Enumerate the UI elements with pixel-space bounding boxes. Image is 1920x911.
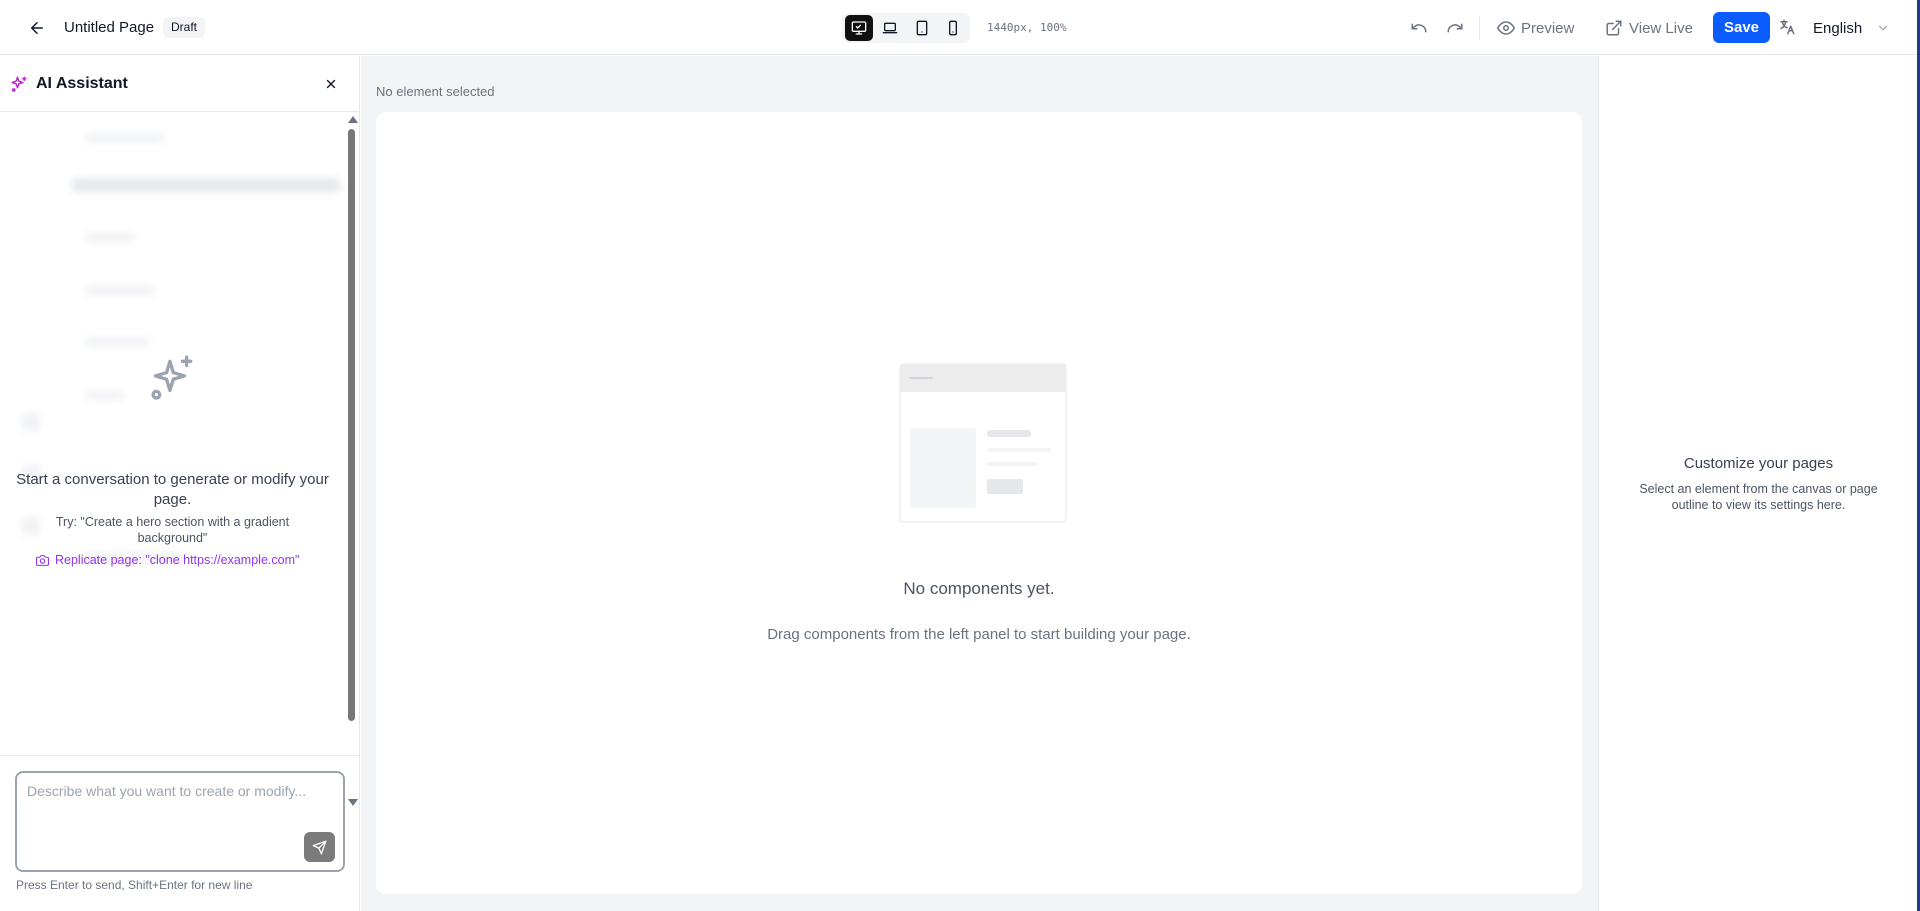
sparkles-icon — [151, 355, 193, 400]
device-laptop-button[interactable] — [877, 15, 905, 41]
back-button[interactable] — [24, 15, 50, 41]
ai-input-section: Press Enter to send, Shift+Enter for new… — [0, 755, 359, 911]
external-link-icon — [1606, 20, 1622, 36]
language-select[interactable]: English — [1813, 16, 1890, 40]
device-tablet-button[interactable] — [908, 15, 936, 41]
toolbar-divider — [1479, 16, 1480, 40]
redo-button[interactable] — [1443, 16, 1467, 40]
ai-example-prompt: Try: "Create a hero section with a gradi… — [55, 515, 290, 545]
settings-empty-title: Customize your pages — [1683, 455, 1834, 472]
close-icon — [326, 79, 336, 89]
laptop-icon — [882, 22, 898, 34]
preview-button[interactable]: Preview — [1497, 16, 1574, 40]
send-icon — [312, 840, 327, 854]
ai-panel-title: AI Assistant — [36, 75, 128, 92]
ai-assistant-panel: AI Assistant Start a conversation to gen… — [0, 56, 360, 911]
translate-icon — [1780, 19, 1795, 35]
view-live-button[interactable]: View Live — [1605, 16, 1693, 40]
ai-conversation-area[interactable]: Start a conversation to generate or modi… — [0, 113, 359, 811]
arrow-left-icon — [31, 22, 43, 34]
status-badge: Draft — [163, 17, 206, 38]
eye-icon — [1497, 21, 1515, 35]
monitor-icon — [851, 21, 867, 35]
smartphone-icon — [949, 20, 958, 36]
page-title: Untitled Page — [64, 19, 155, 36]
tablet-icon — [916, 20, 928, 36]
settings-panel: Customize your pages Select an element f… — [1598, 56, 1917, 911]
ai-empty-title: Start a conversation to generate or modi… — [16, 471, 329, 508]
input-hint: Press Enter to send, Shift+Enter for new… — [16, 878, 253, 892]
canvas-page[interactable]: No components yet. Drag components from … — [376, 112, 1582, 894]
canvas-empty-hint: Drag components from the left panel to s… — [767, 626, 1191, 643]
selection-status: No element selected — [376, 84, 495, 99]
device-desktop-button[interactable] — [845, 15, 873, 41]
canvas-area: No element selected No components yet. D… — [361, 56, 1598, 911]
preview-label: Preview — [1521, 19, 1575, 37]
settings-empty-description: Select an element from the canvas or pag… — [1639, 482, 1878, 512]
device-mobile-button[interactable] — [940, 15, 968, 41]
ai-scrollbar[interactable] — [345, 113, 359, 811]
replicate-page-label: Replicate page: "clone https://example.c… — [55, 553, 300, 567]
ai-prompt-input[interactable] — [15, 771, 345, 872]
scroll-up-arrow[interactable] — [348, 116, 358, 123]
close-ai-panel-button[interactable] — [320, 73, 342, 95]
view-live-label: View Live — [1629, 19, 1693, 37]
replicate-page-link[interactable]: Replicate page: "clone https://example.c… — [36, 553, 299, 567]
language-value: English — [1813, 19, 1863, 37]
save-button[interactable]: Save — [1713, 12, 1770, 43]
viewport-size-readout: 1440px, 100% — [987, 21, 1067, 34]
chevron-down-icon — [1879, 25, 1888, 31]
top-toolbar: Untitled Page Draft 1440px, 100% Preview… — [0, 0, 1920, 55]
undo-icon — [1411, 23, 1427, 33]
undo-button[interactable] — [1407, 16, 1431, 40]
device-switcher — [842, 13, 970, 43]
scroll-thumb[interactable] — [348, 129, 355, 721]
sparkles-icon — [11, 76, 27, 92]
camera-icon — [36, 554, 49, 566]
send-button[interactable] — [304, 832, 335, 862]
empty-page-illustration — [899, 363, 1067, 523]
ai-empty-state: Start a conversation to generate or modi… — [10, 113, 335, 811]
canvas-empty-title: No components yet. — [903, 579, 1055, 598]
redo-icon — [1447, 23, 1463, 33]
ai-panel-header: AI Assistant — [0, 56, 359, 112]
